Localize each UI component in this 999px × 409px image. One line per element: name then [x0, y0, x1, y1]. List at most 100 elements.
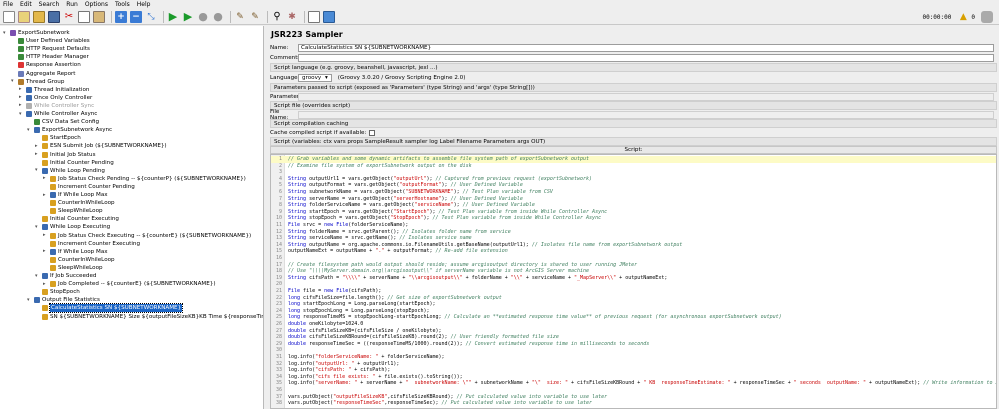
clear-all-icon[interactable]: ✎ [249, 11, 261, 23]
cache-checkbox[interactable] [369, 129, 376, 136]
tree-node[interactable]: Increment Counter Pending [50, 183, 135, 191]
tree-node[interactable]: Initial Job Status [42, 151, 95, 159]
tree-node[interactable]: CounterInWhileLoop [50, 199, 115, 207]
expand-toggle-icon[interactable]: ▸ [43, 249, 48, 254]
help-icon[interactable] [323, 10, 335, 23]
code-line: 20 [271, 281, 996, 288]
tree-node[interactable]: SleepWhileLoop [50, 264, 103, 272]
tree-node[interactable]: Job Status Check Pending -- ${counterP} … [50, 175, 246, 183]
tree-node[interactable]: StopEpoch [42, 288, 80, 296]
tree-node[interactable]: Aggregate Report [18, 70, 75, 78]
tree-node[interactable]: StartEpoch [42, 134, 81, 142]
code-line: 14 String outputName = org.apache.commons… [271, 242, 996, 249]
name-field[interactable]: CalculateStatistics SN ${SUBNETWORKNAME} [298, 43, 994, 52]
collapse-toggle-icon[interactable]: ▾ [19, 111, 24, 117]
clear-icon[interactable]: ✎ [234, 11, 246, 23]
menu-edit[interactable]: Edit [20, 0, 32, 9]
tree-node-label: Job Status Check Pending -- ${counterP} … [58, 175, 246, 182]
tree-node[interactable]: Initial Counter Pending [42, 159, 114, 167]
collapse-toggle-icon[interactable]: ▾ [35, 273, 40, 279]
shutdown-icon[interactable]: ● [212, 10, 224, 23]
comments-field[interactable] [298, 53, 994, 62]
expand-toggle-icon[interactable]: ▸ [43, 233, 48, 238]
start-icon[interactable]: ▶ [167, 10, 179, 23]
menu-file[interactable]: File [3, 0, 13, 9]
tree-node-label: Thread Initialization [34, 86, 90, 93]
stop-icon[interactable]: ● [197, 10, 209, 23]
reset-search-icon[interactable]: ✱ [286, 11, 298, 23]
expand-toggle-icon[interactable]: ▸ [43, 281, 48, 287]
line-number: 26 [275, 321, 282, 327]
collapse-toggle-icon[interactable]: ▾ [35, 168, 40, 173]
tree-node-label: If While Loop Max [58, 192, 108, 198]
copy-icon[interactable] [78, 10, 90, 23]
collapse-toggle-icon[interactable]: ▾ [35, 224, 40, 230]
tree-node[interactable]: If While Loop Max [50, 191, 108, 199]
menu-options[interactable]: Options [85, 0, 108, 9]
tree-node[interactable]: Thread Initialization [26, 86, 89, 94]
tree-node[interactable]: If Job Succeeded [42, 272, 96, 280]
tree-node[interactable]: While Loop Executing [42, 223, 110, 231]
tree-node[interactable]: While Controller Sync [26, 102, 94, 110]
menu-run[interactable]: Run [66, 0, 78, 9]
tree-node-label: CalculateStatistics SN ${SUBNETWORKNAME} [48, 303, 184, 314]
parameters-field[interactable] [298, 92, 994, 101]
tree-node[interactable]: While Loop Pending [42, 167, 105, 175]
menu-search[interactable]: Search [39, 0, 60, 9]
expand-toggle-icon[interactable]: ▸ [19, 103, 24, 108]
filename-field[interactable] [298, 110, 994, 119]
tree-node[interactable]: If While Loop Max [50, 248, 108, 256]
language-select[interactable]: groovy ▾ [298, 73, 332, 82]
tree-node[interactable]: ESN Submit Job (${SUBNETWORKNAME}) [42, 142, 167, 150]
expand-toggle-icon[interactable]: ▸ [43, 192, 48, 198]
start-no-pause-icon[interactable]: ▶ [182, 10, 194, 23]
test-plan-tree[interactable]: ▾ ExportSubnetwork User Defined Variables H… [0, 26, 264, 409]
function-helper-icon[interactable] [308, 10, 320, 23]
save-icon[interactable] [48, 10, 60, 23]
expand-toggle-icon[interactable]: ▸ [43, 176, 48, 181]
tree-node[interactable]: Job Status Check Executing -- ${counterE… [50, 232, 251, 240]
collapse-toggle-icon[interactable]: ▾ [3, 30, 8, 36]
tree-node[interactable]: CounterInWhileLoop [50, 256, 115, 264]
expand-toggle-icon[interactable]: ▸ [19, 87, 24, 92]
tree-node[interactable]: HTTP Header Manager [18, 53, 89, 61]
tree-node[interactable]: Increment Counter Executing [50, 240, 140, 248]
paste-icon[interactable] [93, 10, 105, 23]
tree-node[interactable]: SN ${SUBNETWORKNAME} Size ${outputFileSi… [42, 313, 263, 321]
sampler-icon [42, 143, 48, 150]
expand-toggle-icon[interactable]: ▸ [35, 152, 40, 157]
tree-node[interactable]: CalculateStatistics SN ${SUBNETWORKNAME} [42, 303, 184, 314]
tree-node[interactable]: Output File Statistics [34, 296, 100, 304]
tree-node[interactable]: Response Assertion [18, 61, 81, 69]
tree-node[interactable]: ExportSubnetwork Async [34, 126, 112, 134]
search-icon[interactable]: ⚲ [271, 11, 283, 23]
expand-toggle-icon[interactable]: ▸ [35, 143, 40, 149]
tree-node[interactable]: ExportSubnetwork [10, 29, 70, 37]
tree-node[interactable]: While Controller Async [26, 110, 97, 118]
new-icon[interactable] [3, 10, 15, 23]
expand-toggle-icon[interactable]: ▸ [19, 95, 24, 100]
script-editor[interactable]: 1 // Grab variables and some dynamic arti… [270, 154, 997, 409]
tree-node[interactable]: Once Only Controller [26, 94, 92, 102]
tree-node[interactable]: CSV Data Set Config [34, 118, 99, 126]
toggle-icon[interactable]: ⤡ [145, 11, 157, 23]
collapse-toggle-icon[interactable]: ▾ [11, 79, 16, 84]
templates-icon[interactable] [18, 10, 30, 23]
tree-node[interactable]: Thread Group [18, 78, 64, 86]
menu-help[interactable]: Help [137, 0, 151, 9]
collapse-toggle-icon[interactable]: ▾ [27, 127, 32, 133]
tree-node[interactable]: SleepWhileLoop [50, 207, 103, 215]
collapse-toggle-icon[interactable]: ▾ [27, 297, 32, 303]
tree-node[interactable]: Job Completed -- ${counterE} (${SUBNETWO… [50, 280, 216, 288]
expand-icon[interactable]: + [115, 10, 127, 23]
tree-node[interactable]: Initial Counter Executing [42, 215, 119, 223]
collapse-icon[interactable]: − [130, 10, 142, 23]
cut-icon[interactable]: ✂ [63, 11, 75, 23]
open-icon[interactable] [33, 10, 45, 23]
tree-node[interactable]: User Defined Variables [18, 37, 90, 45]
warning-icon[interactable]: ▲ [957, 11, 969, 23]
tree-node[interactable]: HTTP Request Defaults [18, 45, 90, 53]
menu-tools[interactable]: Tools [115, 0, 130, 9]
controller-icon [42, 167, 48, 174]
